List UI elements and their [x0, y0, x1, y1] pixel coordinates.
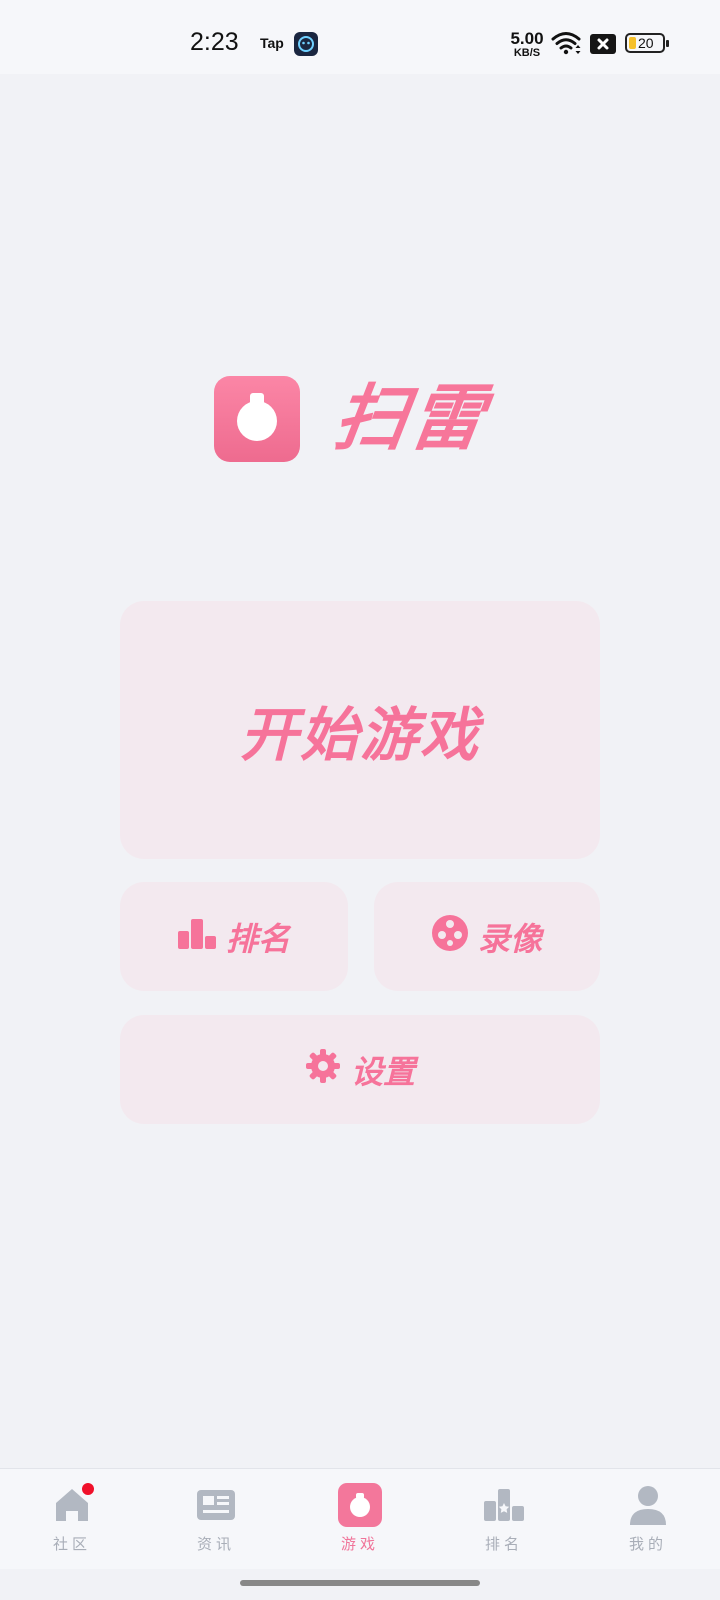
no-sim-icon	[590, 34, 616, 54]
nav-label-ranking: 排名	[484, 1535, 523, 1553]
status-app-label: Tap	[260, 35, 284, 51]
app-title: 扫雷	[329, 376, 493, 460]
battery-icon: 20	[625, 33, 669, 53]
nav-label-news: 资讯	[196, 1535, 235, 1553]
taptap-app-icon	[294, 32, 318, 56]
nav-item-ranking[interactable]: 排名	[454, 1483, 554, 1561]
nav-label-profile: 我的	[628, 1535, 667, 1553]
home-icon	[50, 1483, 94, 1527]
nav-item-news[interactable]: 资讯	[166, 1483, 266, 1561]
home-indicator[interactable]	[240, 1580, 480, 1586]
game-icon	[338, 1483, 382, 1527]
battery-nub	[666, 40, 669, 47]
wifi-icon	[551, 30, 583, 60]
network-speed-unit: KB/S	[513, 47, 541, 59]
start-game-button[interactable]: 开始游戏	[120, 601, 600, 859]
replay-button[interactable]: 录像	[374, 882, 600, 991]
replay-label: 录像	[477, 919, 542, 958]
settings-label: 设置	[350, 1052, 415, 1091]
nav-item-profile[interactable]: 我的	[598, 1483, 698, 1561]
network-speed-value: 5.00	[510, 29, 544, 48]
status-bar: 2:23 Tap 5.00 KB/S 20	[0, 0, 720, 74]
ranking-button[interactable]: 排名	[120, 882, 348, 991]
film-reel-icon	[431, 914, 468, 959]
status-time: 2:23	[190, 28, 239, 56]
bomb-icon	[237, 401, 277, 441]
start-game-label: 开始游戏	[239, 701, 480, 769]
bottom-nav: 社区 资讯 游戏 排名 我的	[0, 1468, 720, 1569]
ranking-label: 排名	[225, 919, 290, 958]
network-speed: 5.00 KB/S	[509, 30, 545, 59]
nav-item-games[interactable]: 游戏	[310, 1483, 410, 1561]
settings-button[interactable]: 设置	[120, 1015, 600, 1124]
gear-icon	[305, 1048, 341, 1092]
podium-icon	[177, 917, 216, 957]
news-icon	[194, 1483, 238, 1527]
battery-level: 20	[638, 35, 654, 51]
battery-fill	[629, 37, 636, 49]
notification-badge	[82, 1483, 94, 1495]
ranking-icon	[482, 1483, 526, 1527]
profile-icon	[626, 1483, 670, 1527]
nav-item-community[interactable]: 社区	[22, 1483, 122, 1561]
nav-label-games: 游戏	[340, 1535, 379, 1553]
minesweeper-logo-icon	[214, 376, 300, 462]
nav-label-community: 社区	[52, 1535, 91, 1553]
